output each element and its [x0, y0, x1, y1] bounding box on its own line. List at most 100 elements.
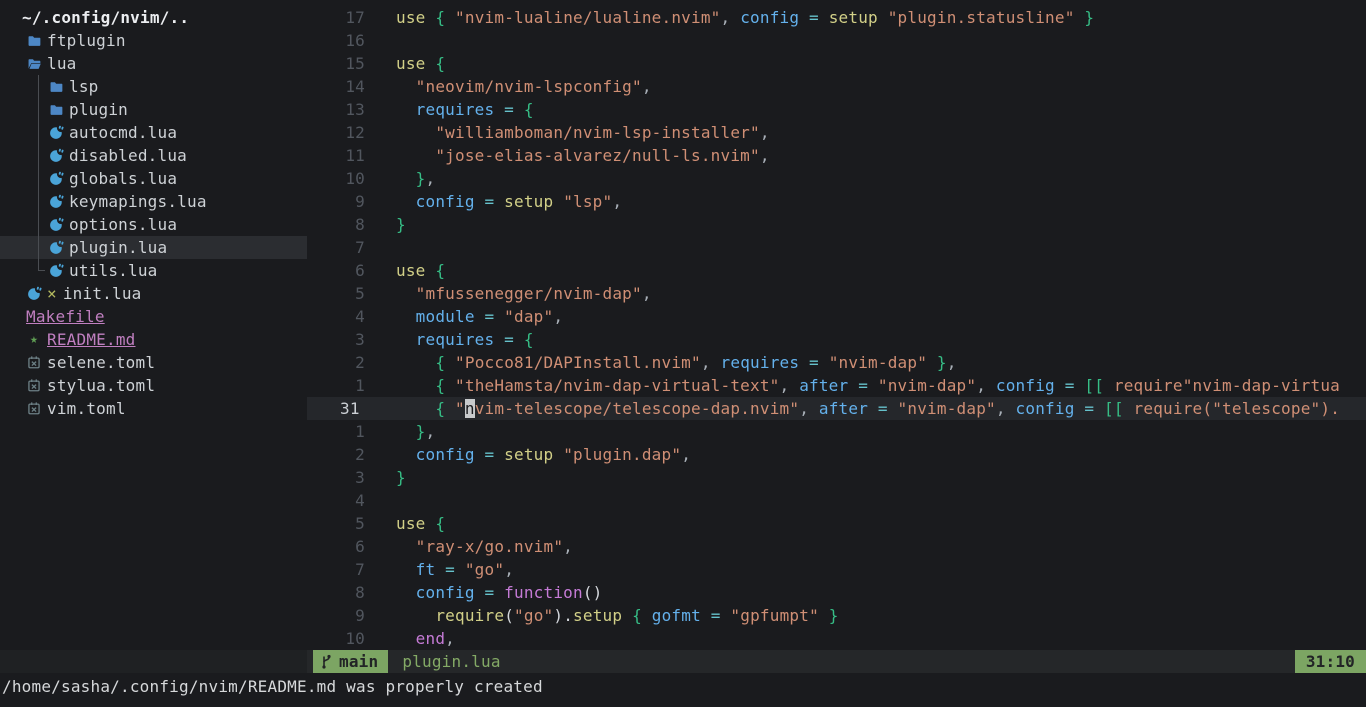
toml-icon	[26, 378, 42, 394]
tree-indent-guide	[38, 236, 39, 259]
line-number: 15	[307, 52, 365, 75]
code-line[interactable]: 2 config = setup "plugin.dap",	[307, 443, 1366, 466]
tree-item-stylua-toml[interactable]: stylua.toml	[0, 374, 307, 397]
code-line[interactable]: 13 requires = {	[307, 98, 1366, 121]
code-text: }	[396, 213, 406, 236]
tree-item-plugin[interactable]: plugin	[0, 98, 307, 121]
tree-item-vim-toml[interactable]: vim.toml	[0, 397, 307, 420]
code-text: require("go").setup { gofmt = "gpfumpt" …	[396, 604, 839, 627]
toml-icon	[26, 355, 42, 371]
tree-item-readme-md[interactable]: ★README.md	[0, 328, 307, 351]
line-number: 8	[307, 581, 365, 604]
tree-item-globals-lua[interactable]: globals.lua	[0, 167, 307, 190]
code-line[interactable]: 8 config = function()	[307, 581, 1366, 604]
editor-pane[interactable]: 17use { "nvim-lualine/lualine.nvim", con…	[307, 0, 1366, 650]
code-text: use {	[396, 259, 445, 282]
line-number: 2	[307, 351, 365, 374]
code-text: "ray-x/go.nvim",	[396, 535, 573, 558]
code-line[interactable]: 11 "jose-elias-alvarez/null-ls.nvim",	[307, 144, 1366, 167]
tree-item-label: README.md	[47, 328, 136, 351]
code-line-current[interactable]: 31 { "nvim-telescope/telescope-dap.nvim"…	[307, 397, 1366, 420]
tree-item-label: disabled.lua	[69, 144, 187, 167]
lua-icon	[48, 240, 64, 256]
tree-item-label: init.lua	[63, 282, 142, 305]
tree-item-keymapings-lua[interactable]: keymapings.lua	[0, 190, 307, 213]
code-line[interactable]: 5 "mfussenegger/nvim-dap",	[307, 282, 1366, 305]
code-text: use {	[396, 512, 445, 535]
tree-item-options-lua[interactable]: options.lua	[0, 213, 307, 236]
tree-indent-guide	[38, 121, 39, 144]
tree-item-label: options.lua	[69, 213, 177, 236]
code-text: { "theHamsta/nvim-dap-virtual-text", aft…	[396, 374, 1340, 397]
line-number: 5	[307, 282, 365, 305]
tree-item-label: utils.lua	[69, 259, 158, 282]
line-number: 17	[307, 6, 365, 29]
folder-closed-icon	[48, 79, 64, 95]
line-number: 31	[307, 397, 365, 420]
tree-item-selene-toml[interactable]: selene.toml	[0, 351, 307, 374]
code-line[interactable]: 3 requires = {	[307, 328, 1366, 351]
tree-item-label: globals.lua	[69, 167, 177, 190]
code-line[interactable]: 7	[307, 236, 1366, 259]
code-line[interactable]: 2 { "Pocco81/DAPInstall.nvim", requires …	[307, 351, 1366, 374]
code-line[interactable]: 3}	[307, 466, 1366, 489]
code-line[interactable]: 15use {	[307, 52, 1366, 75]
code-text: "mfussenegger/nvim-dap",	[396, 282, 652, 305]
line-number: 6	[307, 259, 365, 282]
file-explorer: ~/.config/nvim/.. ftpluginlualsppluginau…	[0, 0, 307, 650]
line-number: 8	[307, 213, 365, 236]
code-line[interactable]: 4 module = "dap",	[307, 305, 1366, 328]
line-number: 7	[307, 236, 365, 259]
code-line[interactable]: 10 },	[307, 167, 1366, 190]
tree-items: ftpluginlualsppluginautocmd.luadisabled.…	[0, 29, 307, 420]
code-line[interactable]: 16	[307, 29, 1366, 52]
tree-item-label: plugin	[69, 98, 128, 121]
tree-item-label: autocmd.lua	[69, 121, 177, 144]
folder-closed-icon	[26, 33, 42, 49]
tree-item-disabled-lua[interactable]: disabled.lua	[0, 144, 307, 167]
tree-item-plugin-lua[interactable]: plugin.lua	[0, 236, 307, 259]
code-line[interactable]: 12 "williamboman/nvim-lsp-installer",	[307, 121, 1366, 144]
code-line[interactable]: 8}	[307, 213, 1366, 236]
message-line: /home/sasha/.config/nvim/README.md was p…	[0, 673, 1366, 707]
code-line[interactable]: 4	[307, 489, 1366, 512]
tree-item-utils-lua[interactable]: utils.lua	[0, 259, 307, 282]
code-text: config = function()	[396, 581, 603, 604]
tree-item-label: ftplugin	[47, 29, 126, 52]
code-text: { "nvim-telescope/telescope-dap.nvim", a…	[396, 397, 1340, 420]
tree-item-label: Makefile	[26, 305, 105, 328]
tree-item-lua[interactable]: lua	[0, 52, 307, 75]
code-line[interactable]: 9 config = setup "lsp",	[307, 190, 1366, 213]
code-text: }	[396, 466, 406, 489]
code-line[interactable]: 1 },	[307, 420, 1366, 443]
code-line[interactable]: 7 ft = "go",	[307, 558, 1366, 581]
line-number: 4	[307, 305, 365, 328]
code-line[interactable]: 14 "neovim/nvim-lspconfig",	[307, 75, 1366, 98]
code-line[interactable]: 10 end,	[307, 627, 1366, 650]
tree-item-lsp[interactable]: lsp	[0, 75, 307, 98]
tree-item-label: vim.toml	[47, 397, 126, 420]
tree-item-autocmd-lua[interactable]: autocmd.lua	[0, 121, 307, 144]
tree-item-makefile[interactable]: Makefile	[0, 305, 307, 328]
code-line[interactable]: 17use { "nvim-lualine/lualine.nvim", con…	[307, 6, 1366, 29]
folder-closed-icon	[48, 102, 64, 118]
code-line[interactable]: 6 use {	[307, 259, 1366, 282]
code-line[interactable]: 9 require("go").setup { gofmt = "gpfumpt…	[307, 604, 1366, 627]
tree-item-init-lua[interactable]: ×init.lua	[0, 282, 307, 305]
code-line[interactable]: 6 "ray-x/go.nvim",	[307, 535, 1366, 558]
code-text: "jose-elias-alvarez/null-ls.nvim",	[396, 144, 770, 167]
code-line[interactable]: 1 { "theHamsta/nvim-dap-virtual-text", a…	[307, 374, 1366, 397]
git-branch-icon	[320, 654, 333, 669]
tree-item-label: plugin.lua	[69, 236, 167, 259]
code-line[interactable]: 5use {	[307, 512, 1366, 535]
editor-statusline: main plugin.lua 31:10	[307, 650, 1366, 673]
statusline: main plugin.lua 31:10	[0, 650, 1366, 673]
tree-item-ftplugin[interactable]: ftplugin	[0, 29, 307, 52]
tree-item-label: stylua.toml	[47, 374, 155, 397]
tree-item-label: keymapings.lua	[69, 190, 207, 213]
code-text: "williamboman/nvim-lsp-installer",	[396, 121, 770, 144]
toml-icon	[26, 401, 42, 417]
lua-icon	[48, 263, 64, 279]
line-number: 9	[307, 604, 365, 627]
code-text: end,	[396, 627, 455, 650]
